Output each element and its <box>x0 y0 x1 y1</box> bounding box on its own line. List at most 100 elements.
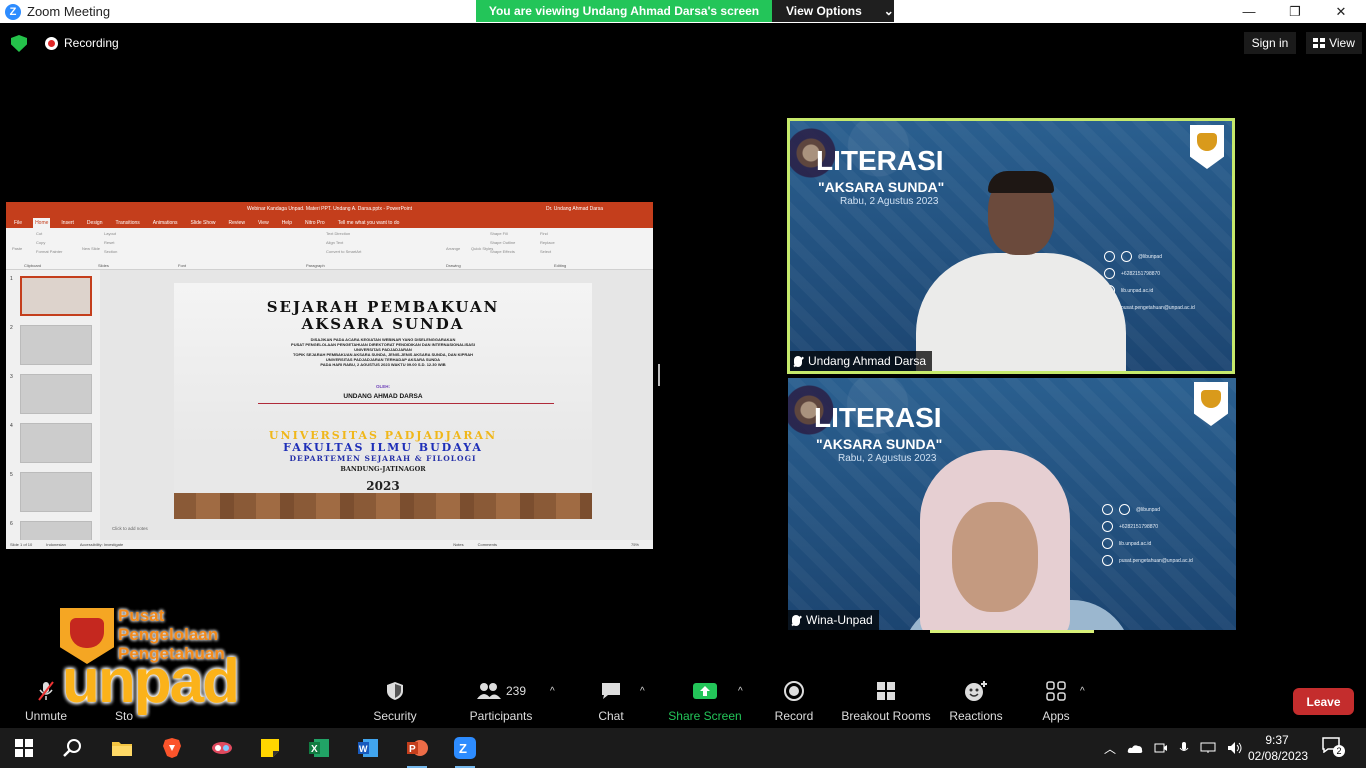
ribbon-item[interactable]: New Slide <box>82 246 100 251</box>
ppt-tab[interactable]: Slide Show <box>189 218 218 228</box>
onedrive-cloud-icon[interactable] <box>1127 743 1143 754</box>
encryption-shield-icon[interactable] <box>11 35 27 52</box>
view-options-button[interactable]: View Options ⌄ <box>772 0 894 22</box>
grid-view-icon <box>1313 38 1326 48</box>
record-button[interactable]: Record <box>772 680 816 723</box>
notification-center-button[interactable]: 2 <box>1322 737 1345 757</box>
social-handle: @libunpad <box>1136 506 1160 513</box>
share-screen-button[interactable]: Share Screen <box>668 680 742 723</box>
thumbnail-number: 5 <box>10 472 13 478</box>
ribbon-item[interactable]: Find <box>540 231 548 236</box>
ribbon-item[interactable]: Shape Outline <box>490 240 515 245</box>
breakout-rooms-button[interactable]: Breakout Rooms <box>840 680 932 723</box>
network-icon[interactable] <box>1200 742 1216 754</box>
microphone-icon[interactable] <box>1179 741 1189 755</box>
ribbon-item[interactable]: Section <box>104 249 117 254</box>
sticky-notes-button[interactable] <box>256 734 284 762</box>
recording-icon <box>45 37 58 50</box>
ppt-user: Dr. Undang Ahmad Darsa <box>546 205 603 212</box>
ribbon-item[interactable]: Copy <box>36 240 45 245</box>
slide-thumbnails: 1 2 3 4 5 6 <box>6 270 100 549</box>
participant-name: Undang Ahmad Darsa <box>808 354 927 368</box>
taskbar-clock[interactable]: 9:37 02/08/2023 <box>1248 732 1308 764</box>
ribbon-item[interactable]: Paste <box>12 246 22 251</box>
close-button[interactable]: ✕ <box>1318 0 1364 23</box>
reactions-button[interactable]: Reactions <box>948 680 1004 723</box>
participants-caret-icon[interactable]: ^ <box>550 686 555 697</box>
maximize-button[interactable]: ❐ <box>1272 0 1318 23</box>
ppt-tab[interactable]: Insert <box>59 218 76 228</box>
ribbon-item[interactable]: Convert to SmartArt <box>326 249 361 254</box>
volume-icon[interactable] <box>1227 741 1243 755</box>
word-button[interactable]: W <box>354 734 382 762</box>
sign-in-button[interactable]: Sign in <box>1244 32 1296 54</box>
brave-browser-button[interactable] <box>158 734 186 762</box>
minimize-button[interactable]: — <box>1226 0 1272 23</box>
participant-name: Wina-Unpad <box>806 613 873 627</box>
share-caret-icon[interactable]: ^ <box>738 686 743 697</box>
slide-location: BANDUNG-JATINAGOR <box>340 465 426 473</box>
slide-thumbnail[interactable] <box>20 472 92 512</box>
ribbon-item[interactable]: Shape Fill <box>490 231 508 236</box>
thumbnail-number: 4 <box>10 423 13 429</box>
ribbon-item[interactable]: Shape Effects <box>490 249 515 254</box>
file-explorer-button[interactable] <box>108 734 136 762</box>
slide-thumbnail[interactable] <box>20 325 92 365</box>
ppt-tab[interactable]: Home <box>33 218 51 228</box>
search-button[interactable] <box>58 734 86 762</box>
view-options-label: View Options <box>786 4 862 18</box>
leave-button[interactable]: Leave <box>1293 688 1354 715</box>
ribbon-item[interactable]: Replace <box>540 240 555 245</box>
apps-button[interactable]: Apps <box>1036 680 1076 723</box>
zoom-taskbar-button[interactable]: Z <box>451 734 479 768</box>
slide-department: DEPARTEMEN SEJARAH & FILOLOGI <box>289 454 477 463</box>
apps-caret-icon[interactable]: ^ <box>1080 686 1085 697</box>
ribbon-item[interactable]: Format Painter <box>36 249 62 254</box>
notification-count: 2 <box>1333 745 1345 757</box>
chevron-up-icon[interactable]: ︿ <box>1104 740 1116 757</box>
thumbnail-number: 3 <box>10 374 13 380</box>
ppt-tab[interactable]: File <box>12 218 24 228</box>
comments-toggle: Comments <box>477 542 497 547</box>
slide-title-line2: AKSARA SUNDA <box>301 315 465 333</box>
chevron-down-icon: ⌄ <box>883 4 894 18</box>
ribbon-item[interactable]: Arrange <box>446 246 460 251</box>
snipping-tool-button[interactable] <box>208 734 236 762</box>
ribbon-item[interactable]: Text Direction <box>326 231 350 236</box>
ribbon-item[interactable]: Layout <box>104 231 116 236</box>
share-screen-label: Share Screen <box>668 709 742 723</box>
chat-button[interactable]: Chat <box>592 680 630 723</box>
ribbon-item[interactable]: Cut <box>36 231 42 236</box>
notes-placeholder: Click to add notes <box>112 526 148 531</box>
security-button[interactable]: Security <box>370 680 420 723</box>
start-button[interactable] <box>10 734 38 762</box>
folder-icon <box>112 742 132 756</box>
ppt-tab[interactable]: Nitro Pro <box>303 218 327 228</box>
ppt-tab[interactable]: Tell me what you want to do <box>336 218 402 228</box>
ppt-tab[interactable]: Design <box>85 218 105 228</box>
ribbon-item[interactable]: Reset <box>104 240 114 245</box>
video-tile-wina[interactable]: LITERASI "AKSARA SUNDA" Rabu, 2 Agustus … <box>788 378 1236 630</box>
excel-button[interactable]: X <box>305 734 333 762</box>
split-view-handle[interactable] <box>658 364 660 386</box>
ribbon-item[interactable]: Align Text <box>326 240 343 245</box>
shared-screen[interactable]: Webinar Kandaga Unpad. Materi PPT. Undan… <box>6 202 653 549</box>
camera-icon[interactable] <box>1154 741 1168 755</box>
chat-caret-icon[interactable]: ^ <box>640 686 645 697</box>
ppt-tab[interactable]: Review <box>227 218 247 228</box>
ppt-tab[interactable]: Animations <box>151 218 180 228</box>
ribbon-item[interactable]: Select <box>540 249 551 254</box>
search-icon <box>63 739 81 757</box>
video-tile-undang[interactable]: LITERASI "AKSARA SUNDA" Rabu, 2 Agustus … <box>787 118 1235 374</box>
slide-thumbnail[interactable] <box>20 423 92 463</box>
ppt-tab[interactable]: Help <box>280 218 294 228</box>
ppt-tab[interactable]: Transitions <box>114 218 142 228</box>
participants-count: 239 <box>505 684 527 698</box>
slide-thumbnail[interactable] <box>20 276 92 316</box>
ppt-tab[interactable]: View <box>256 218 271 228</box>
participants-button[interactable]: 239 Participants <box>468 680 534 723</box>
view-button[interactable]: View <box>1306 32 1362 54</box>
active-speaker-indicator <box>930 630 1094 633</box>
slide-thumbnail[interactable] <box>20 374 92 414</box>
powerpoint-button[interactable]: P <box>403 734 431 768</box>
